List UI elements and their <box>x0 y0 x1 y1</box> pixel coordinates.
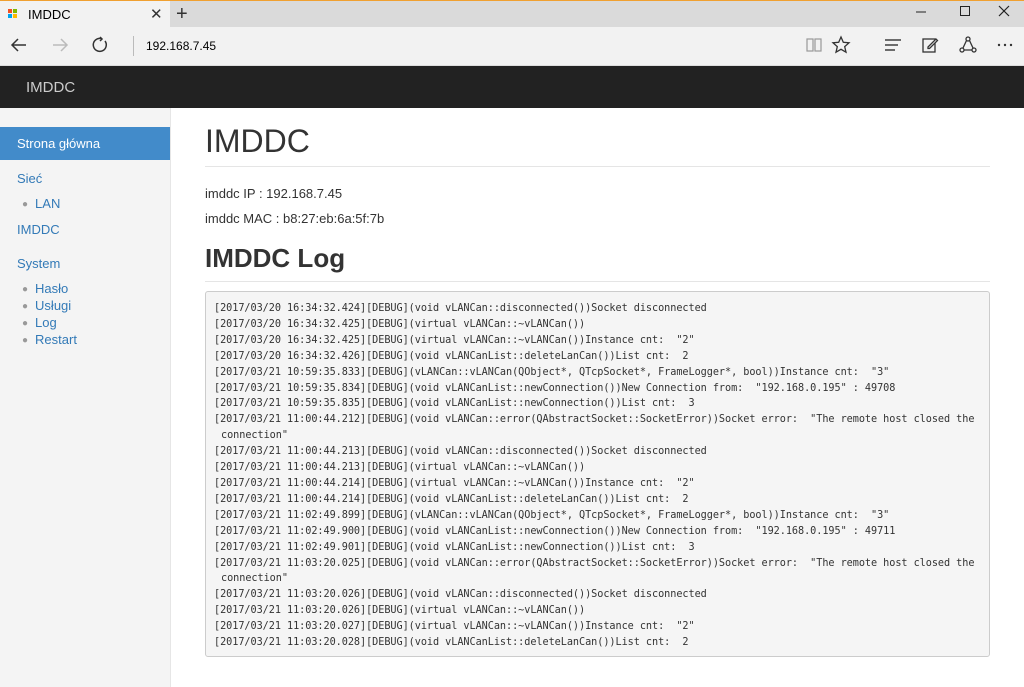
sidebar-item-lan[interactable]: ● LAN <box>22 196 60 211</box>
log-title: IMDDC Log <box>205 243 346 273</box>
log-line: [2017/03/20 16:34:32.424][DEBUG](void vL… <box>214 303 707 314</box>
page-title: IMDDC <box>205 123 310 159</box>
title-divider <box>205 166 990 167</box>
log-line: [2017/03/21 11:02:49.899][DEBUG](vLANCan… <box>214 509 890 521</box>
window-close-icon[interactable] <box>989 4 1019 21</box>
sidebar-item-lan-label: LAN <box>35 196 61 211</box>
sidebar-item-log[interactable]: ● Log <box>22 315 57 330</box>
more-icon[interactable] <box>993 35 1017 61</box>
favicon-icon <box>8 9 18 19</box>
bullet: ● <box>22 199 29 210</box>
log-line: [2017/03/21 10:59:35.833][DEBUG](vLANCan… <box>214 366 890 378</box>
sidebar-item-home[interactable]: Strona główna <box>0 127 170 160</box>
sidebar-item-uslugi[interactable]: ● Usługi <box>22 298 71 313</box>
refresh-icon[interactable] <box>88 35 112 61</box>
address-separator <box>133 36 134 56</box>
log-line: [2017/03/21 11:03:20.027][DEBUG](virtual… <box>214 621 695 633</box>
log-line: [2017/03/21 11:02:49.901][DEBUG](void vL… <box>214 541 695 553</box>
reading-view-icon[interactable] <box>802 35 826 61</box>
app-navbar: IMDDC <box>0 66 1024 108</box>
tab-title: IMDDC <box>28 7 71 22</box>
browser-toolbar: 192.168.7.45 <box>0 27 1024 66</box>
address-bar[interactable]: 192.168.7.45 <box>146 39 216 53</box>
log-line: [2017/03/21 10:59:35.834][DEBUG](void vL… <box>214 382 896 394</box>
log-line: [2017/03/20 16:34:32.426][DEBUG](void vL… <box>214 350 689 362</box>
log-line: [2017/03/21 11:00:44.212][DEBUG](void vL… <box>214 414 981 442</box>
log-line: [2017/03/21 11:03:20.026][DEBUG](virtual… <box>214 605 586 617</box>
hub-icon[interactable] <box>881 35 905 61</box>
sidebar-item-uslugi-label: Usługi <box>35 298 72 313</box>
sidebar-item-imddc[interactable]: IMDDC <box>17 222 60 237</box>
bullet: ● <box>22 301 29 312</box>
sidebar-item-system[interactable]: System <box>17 256 60 271</box>
maximize-icon[interactable] <box>950 4 980 21</box>
log-line: [2017/03/21 11:00:44.214][DEBUG](virtual… <box>214 477 695 489</box>
log-line: [2017/03/21 11:03:20.025][DEBUG](void vL… <box>214 557 981 585</box>
bullet: ● <box>22 335 29 346</box>
sidebar-item-restart-label: Restart <box>35 332 77 347</box>
sidebar-item-log-label: Log <box>35 315 57 330</box>
log-line: [2017/03/21 11:00:44.213][DEBUG](virtual… <box>214 462 586 474</box>
log-line: [2017/03/21 11:03:20.026][DEBUG](void vL… <box>214 589 707 601</box>
new-tab-button[interactable]: + <box>176 3 188 25</box>
browser-tab[interactable]: IMDDC ✕ <box>0 1 170 28</box>
web-note-icon[interactable] <box>918 35 942 61</box>
close-tab-icon[interactable]: ✕ <box>150 5 163 23</box>
forward-icon[interactable] <box>48 35 72 61</box>
sidebar: Strona główna Sieć ● LAN IMDDC System ● Ha… <box>0 108 171 687</box>
log-line: [2017/03/20 16:34:32.425][DEBUG](virtual… <box>214 318 586 330</box>
log-line: [2017/03/21 11:03:20.028][DEBUG](void vL… <box>214 637 689 649</box>
log-line: [2017/03/21 11:00:44.213][DEBUG](void vL… <box>214 446 707 458</box>
log-divider <box>205 281 990 282</box>
mac-info: imddc MAC : b8:27:eb:6a:5f:7b <box>205 211 385 226</box>
favorite-star-icon[interactable] <box>829 35 853 61</box>
sidebar-item-haslo[interactable]: ● Hasło <box>22 281 68 296</box>
share-icon[interactable] <box>956 35 980 61</box>
log-output[interactable]: [2017/03/20 16:34:32.424][DEBUG](void vL… <box>205 291 990 657</box>
sidebar-item-haslo-label: Hasło <box>35 281 69 296</box>
log-line: [2017/03/21 11:00:44.214][DEBUG](void vL… <box>214 493 689 505</box>
bullet: ● <box>22 284 29 295</box>
log-line: [2017/03/21 11:02:49.900][DEBUG](void vL… <box>214 525 896 537</box>
brand-link[interactable]: IMDDC <box>26 79 75 96</box>
ip-info: imddc IP : 192.168.7.45 <box>205 186 343 201</box>
bullet: ● <box>22 318 29 329</box>
minimize-icon[interactable] <box>906 4 936 21</box>
log-line: [2017/03/21 10:59:35.835][DEBUG](void vL… <box>214 398 695 410</box>
log-line: [2017/03/20 16:34:32.425][DEBUG](virtual… <box>214 334 695 346</box>
sidebar-item-siec[interactable]: Sieć <box>17 171 42 186</box>
back-icon[interactable] <box>7 35 31 61</box>
sidebar-item-restart[interactable]: ● Restart <box>22 332 77 347</box>
browser-tab-strip: IMDDC ✕ + <box>0 0 1024 28</box>
